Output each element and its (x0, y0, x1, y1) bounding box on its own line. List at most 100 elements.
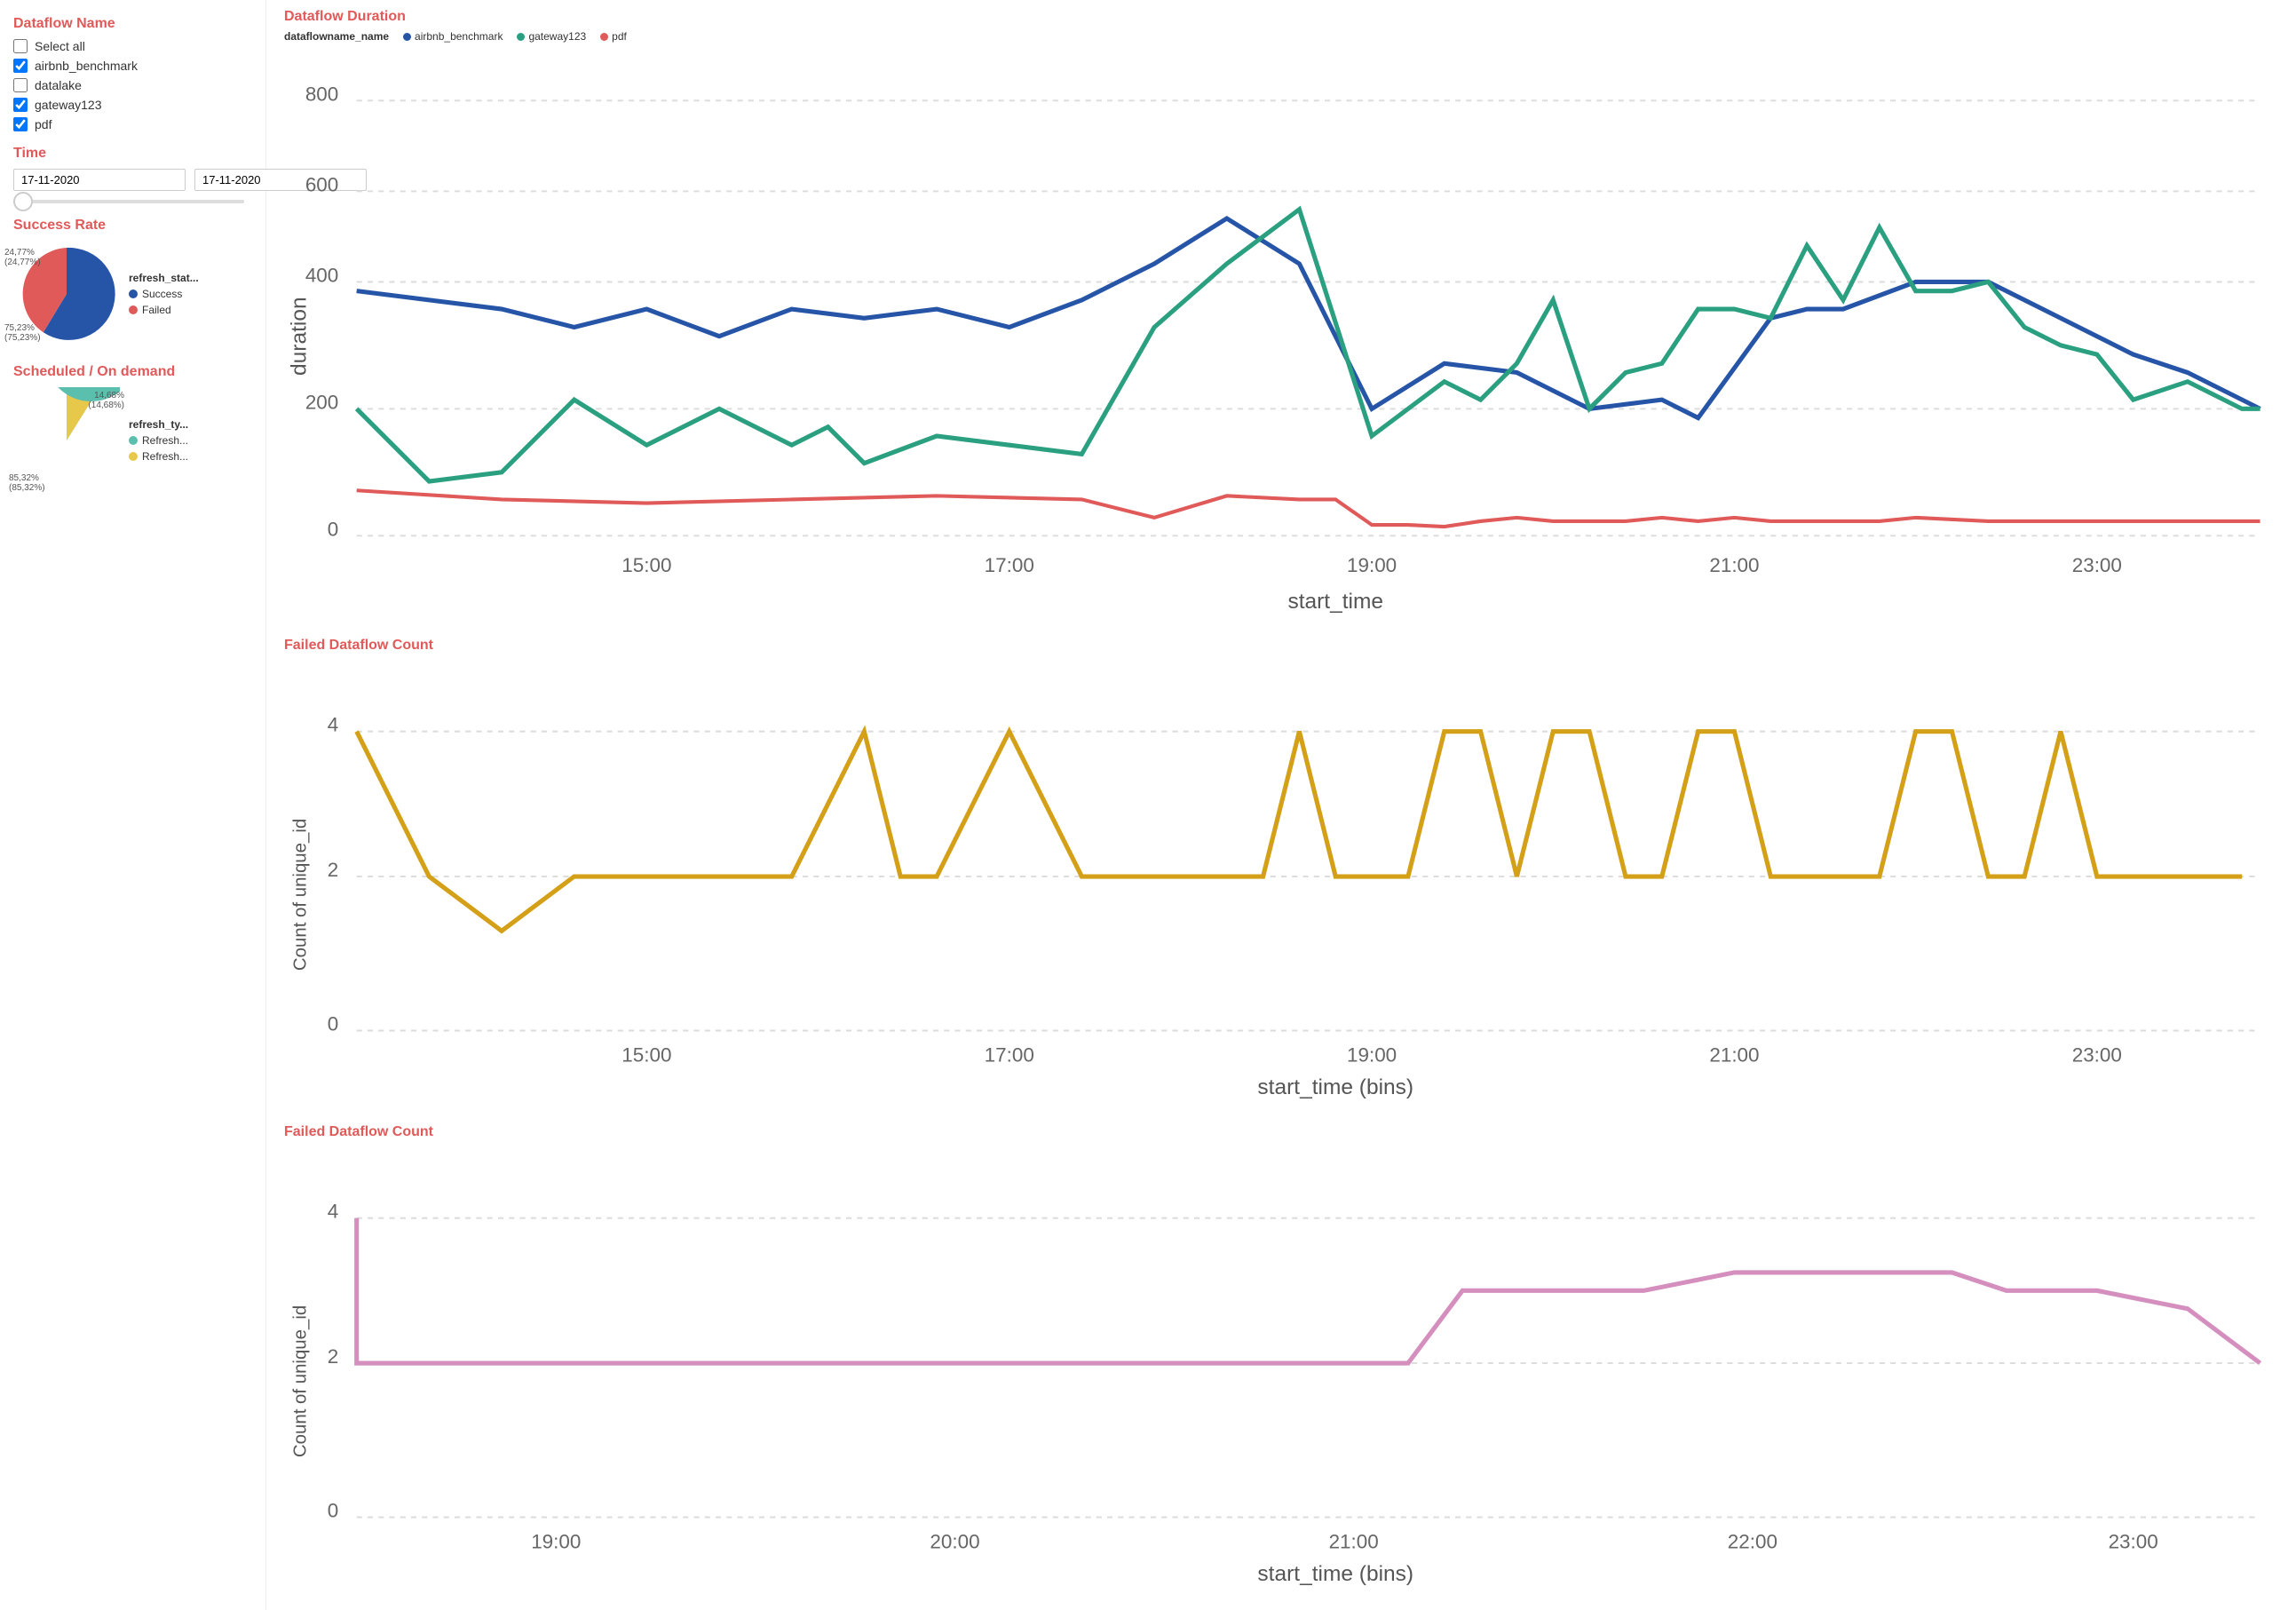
datalake-label: datalake (35, 78, 82, 92)
scheduled-title: Scheduled / On demand (13, 364, 252, 380)
svg-text:15:00: 15:00 (622, 1044, 671, 1067)
svg-text:20:00: 20:00 (930, 1530, 979, 1552)
svg-text:start_time (bins): start_time (bins) (1257, 1075, 1413, 1099)
svg-text:22:00: 22:00 (1728, 1530, 1777, 1552)
pdf-item[interactable]: pdf (13, 117, 252, 131)
pie2-refresh1-label: Refresh... (142, 434, 188, 447)
gateway-label: gateway123 (35, 98, 102, 112)
failed-count2-line (357, 1218, 2260, 1363)
pie2-refresh2-label: Refresh... (142, 450, 188, 463)
svg-text:2: 2 (328, 1345, 338, 1368)
failed-count2-title: Failed Dataflow Count (284, 1124, 2278, 1140)
svg-text:2: 2 (328, 859, 338, 881)
pdf-label: pdf (35, 117, 51, 131)
svg-text:Count of unique_id: Count of unique_id (291, 819, 311, 971)
scheduled-pie-legend: refresh_ty... Refresh... Refresh... (129, 418, 188, 466)
duration-chart-area: 800 600 400 200 0 duration 15:00 17:00 (284, 46, 2278, 629)
svg-text:200: 200 (305, 391, 338, 413)
select-all-item[interactable]: Select all (13, 39, 252, 53)
pdf-line (357, 490, 2260, 527)
time-section: Time (13, 146, 252, 203)
failed-count-area: 4 2 0 Count of unique_id 15:00 17:00 19:… (284, 659, 2278, 1114)
svg-text:duration: duration (288, 297, 312, 376)
svg-text:0: 0 (328, 1499, 338, 1521)
gateway-line (357, 210, 2260, 481)
pie2-refresh1-item: Refresh... (129, 434, 188, 447)
failed-count2-svg: 4 2 0 Count of unique_id 19:00 20:00 21:… (284, 1146, 2278, 1598)
select-all-checkbox[interactable] (13, 39, 28, 53)
pie1-success-label: Success (142, 288, 182, 300)
gateway-item[interactable]: gateway123 (13, 98, 252, 112)
failed-count-svg: 4 2 0 Count of unique_id 15:00 17:00 19:… (284, 659, 2278, 1112)
pie1-success-dot (129, 289, 138, 298)
svg-text:0: 0 (328, 518, 338, 540)
duration-legend-label: dataflowname_name (284, 30, 389, 43)
pie1-label-failed: 24,77%(24,77%) (4, 248, 41, 267)
pie1-failed-dot (129, 305, 138, 314)
legend-gateway-dot (517, 33, 525, 41)
pie2-teal-dot (129, 436, 138, 445)
svg-text:19:00: 19:00 (1347, 554, 1397, 576)
svg-text:21:00: 21:00 (1709, 1044, 1759, 1067)
success-rate-title: Success Rate (13, 218, 252, 234)
svg-text:17:00: 17:00 (985, 1044, 1034, 1067)
airbnb-line (357, 218, 2260, 418)
legend-pdf-dot (600, 33, 608, 41)
failed-count-title: Failed Dataflow Count (284, 638, 2278, 654)
failed-count-chart-block: Failed Dataflow Count 4 2 0 Count of uni… (284, 638, 2278, 1114)
duration-svg: 800 600 400 200 0 duration 15:00 17:00 (284, 46, 2278, 626)
svg-text:0: 0 (328, 1013, 338, 1035)
svg-text:start_time: start_time (1287, 590, 1383, 614)
pie1-legend-title: refresh_stat... (129, 272, 199, 284)
pie2-label-yellow: 14,68%(14,68%) (88, 391, 124, 410)
svg-text:4: 4 (328, 1201, 338, 1223)
svg-text:800: 800 (305, 83, 338, 105)
time-start-input[interactable] (13, 169, 186, 191)
svg-text:Count of unique_id: Count of unique_id (291, 1305, 311, 1457)
failed-count2-chart-block: Failed Dataflow Count 4 2 0 Count of uni… (284, 1124, 2278, 1601)
svg-text:23:00: 23:00 (2072, 1044, 2122, 1067)
legend-gateway: gateway123 (517, 30, 586, 43)
legend-pdf: pdf (600, 30, 627, 43)
scheduled-pie-chart: 14,68%(14,68%) 85,32%(85,32%) (13, 387, 120, 496)
svg-text:23:00: 23:00 (2072, 554, 2122, 576)
success-pie-chart: 24,77%(24,77%) 75,23%(75,23%) (13, 241, 120, 350)
pie2-legend-title: refresh_ty... (129, 418, 188, 431)
success-pie-container: 24,77%(24,77%) 75,23%(75,23%) refresh_st… (13, 241, 252, 350)
legend-airbnb-dot (403, 33, 411, 41)
legend-pdf-text: pdf (612, 30, 627, 43)
pie2-label-teal: 85,32%(85,32%) (9, 473, 45, 493)
svg-text:start_time (bins): start_time (bins) (1257, 1562, 1413, 1586)
svg-text:21:00: 21:00 (1329, 1530, 1379, 1552)
failed-count2-area: 4 2 0 Count of unique_id 19:00 20:00 21:… (284, 1146, 2278, 1601)
pie1-label-success: 75,23%(75,23%) (4, 323, 41, 343)
airbnb-label: airbnb_benchmark (35, 59, 138, 73)
duration-legend: dataflowname_name airbnb_benchmark gatew… (284, 30, 2278, 43)
duration-chart-title: Dataflow Duration (284, 9, 2278, 25)
datalake-item[interactable]: datalake (13, 78, 252, 92)
airbnb-checkbox[interactable] (13, 59, 28, 73)
pie2-yellow-dot (129, 452, 138, 461)
time-slider-thumb[interactable] (13, 192, 33, 211)
scheduled-pie-container: 14,68%(14,68%) 85,32%(85,32%) refresh_ty… (13, 387, 252, 496)
svg-text:600: 600 (305, 173, 338, 195)
pie1-success-item: Success (129, 288, 199, 300)
airbnb-item[interactable]: airbnb_benchmark (13, 59, 252, 73)
scheduled-section: Scheduled / On demand 14,68%(14,68%) 85,… (13, 364, 252, 496)
legend-gateway-text: gateway123 (528, 30, 586, 43)
datalake-checkbox[interactable] (13, 78, 28, 92)
svg-text:19:00: 19:00 (1347, 1044, 1397, 1067)
svg-text:400: 400 (305, 264, 338, 286)
svg-text:23:00: 23:00 (2109, 1530, 2158, 1552)
select-all-label: Select all (35, 39, 85, 53)
pdf-checkbox[interactable] (13, 117, 28, 131)
legend-airbnb-text: airbnb_benchmark (415, 30, 503, 43)
svg-text:15:00: 15:00 (622, 554, 671, 576)
gateway-checkbox[interactable] (13, 98, 28, 112)
time-inputs (13, 169, 252, 191)
dataflow-name-title: Dataflow Name (13, 16, 252, 32)
svg-text:17:00: 17:00 (985, 554, 1034, 576)
pie1-failed-label: Failed (142, 304, 171, 316)
pie1-failed-item: Failed (129, 304, 199, 316)
svg-text:4: 4 (328, 714, 338, 736)
